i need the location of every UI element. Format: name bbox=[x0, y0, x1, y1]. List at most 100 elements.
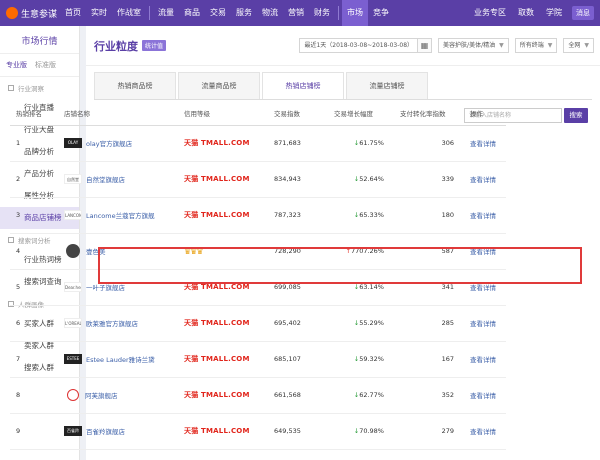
col-action: 操作 bbox=[464, 101, 506, 126]
app-logo[interactable]: 生意参谋 bbox=[0, 7, 60, 20]
growth-cell: ↓55.29% bbox=[328, 305, 394, 342]
view-details-link[interactable]: 查看详情 bbox=[470, 284, 496, 292]
rank-cell: 7 bbox=[10, 341, 58, 378]
scope-select[interactable]: 全网 ▼ bbox=[563, 38, 594, 53]
table-row: 8 阿芙旗舰店 天猫 TMALL.COM 661,568 ↓62.77% 352 查看详情 bbox=[10, 377, 506, 414]
growth-cell: ↓65.33% bbox=[328, 197, 394, 234]
tab-standard[interactable]: 标准版 bbox=[35, 60, 56, 70]
nav-right-item[interactable]: 取数 bbox=[512, 0, 540, 26]
rank-cell: 3 bbox=[10, 197, 58, 234]
tmall-credit-badge: 天猫 TMALL.COM bbox=[184, 355, 250, 363]
nav-item[interactable]: 竞争 bbox=[368, 0, 394, 26]
store-logo bbox=[67, 389, 79, 401]
view-details-link[interactable]: 查看详情 bbox=[470, 176, 496, 184]
sidebar-group-label: 行业洞察 bbox=[18, 85, 44, 93]
trade-index-cell: 695,402 bbox=[268, 305, 328, 342]
nav-item[interactable]: 作战室 bbox=[112, 0, 146, 26]
page-title: 行业粒度 bbox=[94, 39, 138, 53]
nav-item[interactable]: 实时 bbox=[86, 0, 112, 26]
store-logo: Dear.her bbox=[64, 282, 82, 292]
growth-value: 52.64% bbox=[359, 175, 384, 183]
tmall-credit-badge: 天猫 TMALL.COM bbox=[184, 427, 250, 435]
growth-value: 70.98% bbox=[359, 427, 384, 435]
view-details-link[interactable]: 查看详情 bbox=[470, 212, 496, 220]
tmall-credit-badge: 天猫 TMALL.COM bbox=[184, 319, 250, 327]
nav-item[interactable]: 市场 bbox=[342, 0, 368, 26]
col-conversion[interactable]: 支付转化率指数 bbox=[394, 101, 464, 126]
store-cell: L'OREAL 欧莱雅官方旗舰店 bbox=[58, 305, 178, 342]
view-details-link[interactable]: 查看详情 bbox=[470, 428, 496, 436]
nav-item[interactable]: 物流 bbox=[257, 0, 283, 26]
store-name-link[interactable]: 自然堂旗舰店 bbox=[86, 174, 125, 184]
credit-cell: 天猫 TMALL.COM bbox=[178, 341, 268, 378]
store-name-link[interactable]: Estee Lauder雅诗兰黛 bbox=[86, 354, 155, 364]
growth-cell: ↓52.64% bbox=[328, 161, 394, 198]
view-details-link[interactable]: 查看详情 bbox=[470, 356, 496, 364]
tmall-credit-badge: 天猫 TMALL.COM bbox=[184, 139, 250, 147]
tmall-credit-badge: 天猫 TMALL.COM bbox=[184, 283, 250, 291]
store-name-link[interactable]: 百雀羚旗舰店 bbox=[86, 426, 125, 436]
view-details-link[interactable]: 查看详情 bbox=[470, 320, 496, 328]
date-range-select[interactable]: 最近1天（2018-03-08~2018-03-08） bbox=[299, 38, 419, 53]
table-header-row: 热销排名 店铺名称 信用等级 交易指数 交易增长幅度 支付转化率指数 操作 bbox=[10, 101, 506, 126]
col-growth[interactable]: 交易增长幅度 bbox=[328, 101, 394, 126]
action-cell: 查看详情 bbox=[464, 305, 506, 342]
conversion-cell: 279 bbox=[394, 413, 464, 450]
ranking-tab[interactable]: 流量商品榜 bbox=[178, 72, 260, 99]
search-button[interactable]: 搜索 bbox=[564, 108, 588, 123]
credit-cell: 天猫 TMALL.COM bbox=[178, 197, 268, 234]
action-cell: 查看详情 bbox=[464, 341, 506, 378]
store-name-link[interactable]: Lancome兰蔻官方旗舰 bbox=[86, 210, 155, 220]
logo-icon bbox=[6, 7, 18, 19]
credit-cell: 天猫 TMALL.COM bbox=[178, 161, 268, 198]
rank-cell: 8 bbox=[10, 377, 58, 414]
conversion-cell: 306 bbox=[394, 125, 464, 162]
highlight-box bbox=[98, 247, 582, 284]
growth-cell: ↓62.77% bbox=[328, 377, 394, 414]
ranking-tab[interactable]: 流量店铺榜 bbox=[346, 72, 428, 99]
category-select[interactable]: 美容护肤/美体/精油 ▼ bbox=[438, 38, 509, 53]
store-logo: OLAY bbox=[64, 138, 82, 148]
store-cell: 百雀羚 百雀羚旗舰店 bbox=[58, 413, 178, 450]
col-rank[interactable]: 热销排名 bbox=[10, 101, 58, 126]
store-name-link[interactable]: 欧莱雅官方旗舰店 bbox=[86, 318, 138, 328]
store-name-link[interactable]: 阿芙旗舰店 bbox=[85, 390, 118, 400]
view-details-link[interactable]: 查看详情 bbox=[470, 392, 496, 400]
messages-button[interactable]: 消息 bbox=[572, 6, 594, 20]
nav-right-item[interactable]: 业务专区 bbox=[468, 0, 512, 26]
conversion-cell: 180 bbox=[394, 197, 464, 234]
store-name-link[interactable]: olay官方旗舰店 bbox=[86, 138, 132, 148]
store-logo: LANCOME bbox=[64, 210, 82, 220]
table-row: 1 OLAY olay官方旗舰店 天猫 TMALL.COM 871,683 ↓61.75%… bbox=[10, 125, 506, 162]
nav-item[interactable]: 首页 bbox=[60, 0, 86, 26]
trade-index-cell: 685,107 bbox=[268, 341, 328, 378]
growth-value: 65.33% bbox=[359, 211, 384, 219]
tmall-credit-badge: 天猫 TMALL.COM bbox=[184, 391, 250, 399]
table-row: 9 百雀羚 百雀羚旗舰店 天猫 TMALL.COM 649,535 ↓70.98% 279 查… bbox=[10, 413, 506, 450]
nav-divider bbox=[149, 6, 150, 20]
ranking-tab[interactable]: 热销店铺榜 bbox=[262, 72, 344, 99]
ranking-tab[interactable]: 热销商品榜 bbox=[94, 72, 176, 99]
tmall-credit-badge: 天猫 TMALL.COM bbox=[184, 175, 250, 183]
nav-item[interactable]: 商品 bbox=[179, 0, 205, 26]
store-cell: 阿芙旗舰店 bbox=[58, 377, 178, 414]
view-details-link[interactable]: 查看详情 bbox=[470, 140, 496, 148]
filter-controls: 最近1天（2018-03-08~2018-03-08） ▦ 美容护肤/美体/精油… bbox=[293, 38, 594, 53]
nav-item[interactable]: 财务 bbox=[309, 0, 335, 26]
growth-value: 59.32% bbox=[359, 355, 384, 363]
growth-cell: ↓61.75% bbox=[328, 125, 394, 162]
nav-item[interactable]: 流量 bbox=[153, 0, 179, 26]
nav-item[interactable]: 交易 bbox=[205, 0, 231, 26]
nav-item[interactable]: 营销 bbox=[283, 0, 309, 26]
rank-cell: 9 bbox=[10, 413, 58, 450]
app-logo-text: 生意参谋 bbox=[21, 9, 58, 20]
sidebar-title: 市场行情 bbox=[0, 26, 79, 54]
calendar-icon[interactable]: ▦ bbox=[417, 38, 433, 53]
terminal-select[interactable]: 所有终端 ▼ bbox=[514, 38, 558, 53]
category-value: 美容护肤/美体/精油 bbox=[443, 42, 496, 49]
tmall-credit-badge: 天猫 TMALL.COM bbox=[184, 211, 250, 219]
col-trade-index[interactable]: 交易指数 bbox=[268, 101, 328, 126]
tab-professional[interactable]: 专业版 bbox=[6, 60, 27, 70]
nav-item[interactable]: 服务 bbox=[231, 0, 257, 26]
nav-right-item[interactable]: 学院 bbox=[540, 0, 568, 26]
